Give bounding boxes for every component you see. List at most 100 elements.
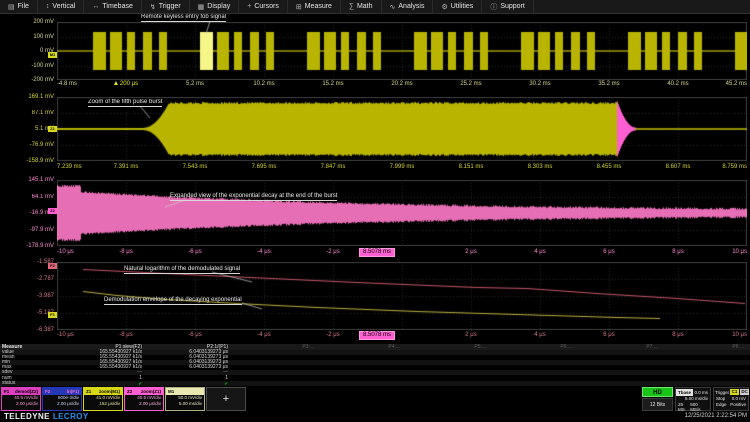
x-axis-label: -6 μs [188,332,201,339]
y-axis-label: -2.787 [0,276,54,282]
descriptor-f2[interactable]: F2ln(F1)600e-3/div2.00 μs/div [42,387,82,411]
oscilloscope-screen: ▤File↕Vertical↔Timebase↯Trigger▦Display+… [0,0,750,422]
descriptor-header: Z1zoom(M1) [84,388,122,395]
x-axis-label: 10.2 ms [253,81,274,88]
x-axis-label: 2 μs [465,332,476,339]
x-axis-label: -8 μs [119,249,132,256]
zoom-position-tag[interactable]: 8.5078 ms [359,248,395,257]
descriptor-z1[interactable]: Z1zoom(M1)41.0 mV/div152 μs/div [83,387,123,411]
x-axis-label: 4 μs [534,332,545,339]
y-axis-label: -1.587 [0,259,54,265]
x-axis-label: 8.151 ms [459,164,484,171]
y-axis-label: 200 mV [0,19,54,25]
tbase-label: Tbase [676,389,693,396]
descriptor-line2: 2.00 μs/div [125,401,163,407]
x-axis-label: 7.239 ms [57,164,82,171]
x-axis-label: -10 μs [57,249,74,256]
y-axis-label: 169.1 mV [0,94,54,100]
menu-item-label: Display [207,3,230,10]
grid-panel-z2: 145.1 mV64.1 mV-16.9 mV-97.9 mV-178.9 mV… [0,176,750,260]
descriptor-line2: 2.00 μs/div [43,401,81,407]
menu-item-display[interactable]: ▦Display [190,0,240,13]
x-axis-label: 8.759 ms [722,164,747,171]
x-axis-label: 6 μs [603,249,614,256]
waveform-annotation: Expanded view of the exponential decay a… [170,193,337,201]
trace-offset-marker-m1: M1 [48,52,57,58]
measure-row-status: status✔✔ [0,381,750,386]
x-axis-label: 20.2 ms [391,81,412,88]
trigger-source-badge: C1 [730,389,739,395]
trigger-position-marker [114,81,118,85]
y-axis-label: -16.9 mV [0,210,54,216]
hd-mode-button[interactable]: HD [642,387,673,397]
descriptor-header: Z2zoom(Z1) [125,388,163,395]
trace-offset-marker-f2: F2 [48,263,57,269]
descriptor-z2[interactable]: Z2zoom(Z1)40.5 mV/div2.00 μs/div [124,387,164,411]
y-axis-label: 64.1 mV [0,194,54,200]
menu-item-support[interactable]: ⓘSupport [482,0,534,13]
x-axis-label: 200 μs [114,81,138,88]
utilities-icon: ⚙ [441,3,447,11]
waveform-annotation: Demodulation envelope of the decaying ex… [104,297,242,305]
grid-panel-math: -1.587-2.787-3.987-5.187-6.387-10 μs-8 μ… [0,260,750,344]
menu-item-utilities[interactable]: ⚙Utilities [433,0,482,13]
menu-item-label: Math [357,3,373,10]
x-axis-label: 7.999 ms [390,164,415,171]
y-axis-label: 100 mV [0,34,54,40]
descriptor-m1[interactable]: M150.0 mV/div5.00 ms/div [165,387,205,411]
x-axis-label: -4 μs [257,249,270,256]
descriptor-f1[interactable]: F1demod(Z2)40.5 mV/div2.00 μs/div [1,387,41,411]
menu-item-timebase[interactable]: ↔Timebase [84,0,141,13]
x-axis-label: 10 μs [732,249,747,256]
x-axis-label: 8 μs [672,332,683,339]
teledyne-lecroy-logo: TELEDYNELECROY [4,412,89,421]
timebase-descriptor[interactable]: Tbase 0.0 ms 5.00 ms/div 25 MS 500 MS/s [675,387,711,411]
analysis-icon: ∿ [390,3,396,11]
menu-item-cursors[interactable]: +Cursors [239,0,288,13]
menu-item-trigger[interactable]: ↯Trigger [142,0,190,13]
y-axis-label: 0 mV [0,48,54,54]
menu-item-label: Analysis [398,3,424,10]
datetime-display: 12/25/2021 2:22:54 PM [685,413,747,419]
menu-item-math[interactable]: ∑Math [341,0,382,13]
x-axis-label: -8 μs [119,332,132,339]
y-axis-label: -5.187 [0,310,54,316]
y-axis-label: 5.1 mV [0,126,54,132]
waveform-annotation: Zoom of the fifth pulse burst [88,99,162,107]
menu-item-vertical[interactable]: ↕Vertical [38,0,84,13]
y-axis-label: -178.9 mV [0,243,54,249]
x-axis-label: -2 μs [326,332,339,339]
resolution-badge: 12 Bits [642,398,673,411]
x-axis-label: 8.455 ms [597,164,622,171]
menu-item-file[interactable]: ▤File [0,0,38,13]
menu-item-analysis[interactable]: ∿Analysis [382,0,434,13]
descriptor-line2: 2.00 μs/div [2,401,40,407]
display-icon: ▦ [198,3,205,11]
descriptor-line2: 152 μs/div [84,401,122,407]
descriptor-line2: 5.00 ms/div [166,401,204,407]
x-axis-label: -6 μs [188,249,201,256]
file-icon: ▤ [8,3,15,11]
grid-panel-z1: 169.1 mV87.1 mV5.1 mV-76.9 mV-158.9 mV7.… [0,92,750,176]
logo-brand1: TELEDYNE [4,412,50,421]
zoom-position-tag[interactable]: 8.5078 ms [359,331,395,340]
waveform-canvas-m1[interactable] [57,22,747,80]
x-axis-label: 35.2 ms [598,81,619,88]
math-icon: ∑ [349,3,354,10]
waveform-canvas-z2[interactable] [57,180,747,246]
x-axis-label: 45.2 ms [726,81,747,88]
x-axis-label: -4.8 ms [57,81,77,88]
measure-cell: ✔ [60,381,142,386]
trigger-descriptor[interactable]: Trigger C1 DC Stop 0.0 mV Edge Positive [713,387,749,411]
logo-brand2: LECROY [53,412,89,421]
cursors-icon: + [247,3,251,10]
menu-item-measure[interactable]: ⊞Measure [288,0,341,13]
measure-cell: ✔ [146,381,228,386]
y-axis-label: -100 mV [0,63,54,69]
add-trace-button[interactable]: + [206,387,246,411]
x-axis-label: 15.2 ms [322,81,343,88]
trace-offset-marker-z2: Z2 [48,208,57,214]
menu-item-label: Vertical [52,3,75,10]
measure-icon: ⊞ [296,3,302,11]
x-axis-label: -10 μs [57,332,74,339]
